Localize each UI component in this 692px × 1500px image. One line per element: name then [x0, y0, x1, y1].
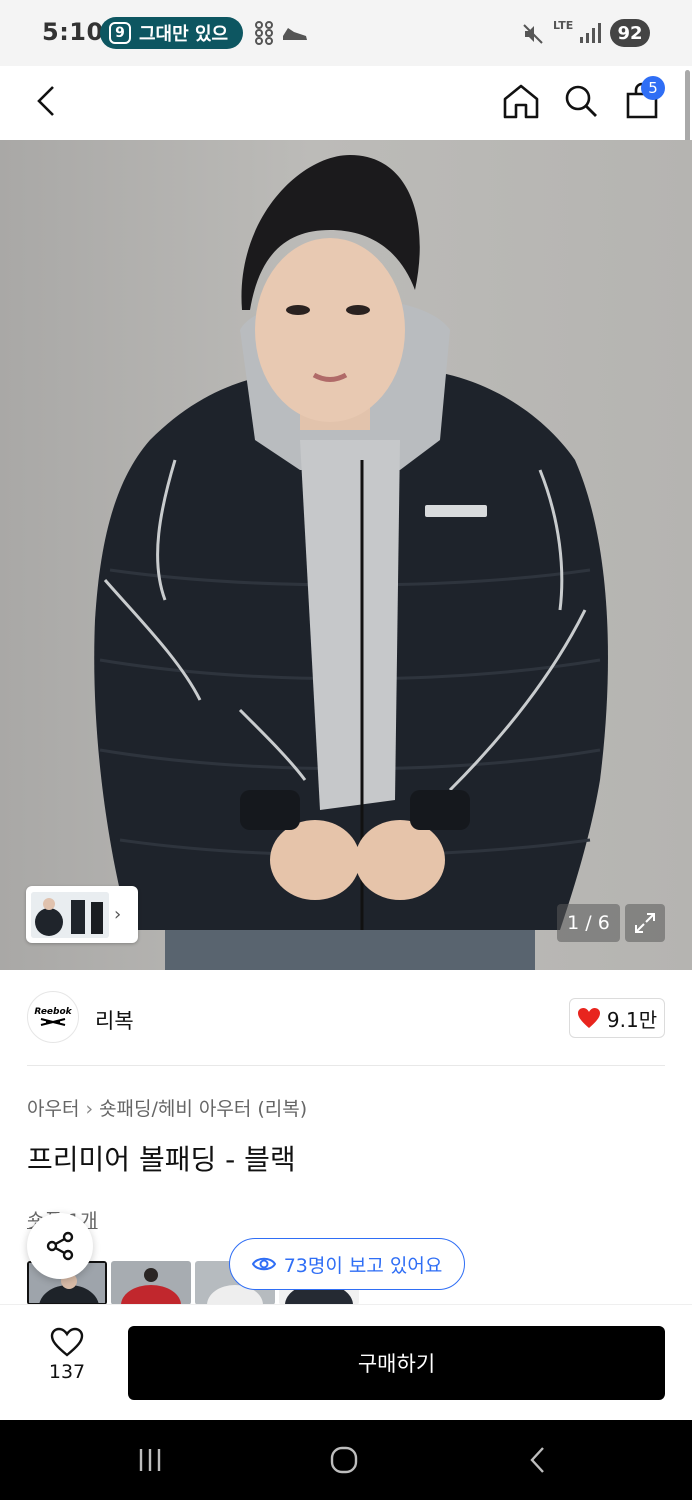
brand-logo[interactable]: Reebok [27, 991, 79, 1043]
notification-app-icon: 9 [109, 22, 131, 44]
notification-text: 그대만 있으 [139, 24, 229, 45]
buy-button[interactable]: 구매하기 [128, 1326, 665, 1400]
recent-apps-icon [139, 1449, 161, 1471]
model-photo [94, 155, 608, 970]
system-nav-bar [0, 1420, 692, 1500]
home-button[interactable] [496, 76, 546, 126]
cart-button[interactable]: 5 [617, 76, 667, 126]
brand-like-button[interactable]: 9.1만 [569, 998, 665, 1038]
signal-icon [580, 23, 601, 43]
search-icon [565, 85, 597, 117]
lte-label: LTE [553, 19, 574, 32]
share-button[interactable] [27, 1213, 93, 1279]
wishlist-button[interactable]: 137 [30, 1327, 104, 1397]
viewers-badge: 73명이 보고 있어요 [229, 1238, 465, 1290]
breadcrumb: 아우터 › 숏패딩/헤비 아우터 (리복) [27, 1094, 307, 1121]
battery-indicator: 92 [610, 19, 650, 47]
viewers-text: 73명이 보고 있어요 [283, 1254, 443, 1277]
breadcrumb-separator-icon: › [85, 1098, 94, 1120]
search-button[interactable] [556, 76, 606, 126]
back-nav-button[interactable] [518, 1442, 558, 1478]
thumbnail-strip-button[interactable]: › [26, 886, 138, 943]
expand-icon [635, 913, 655, 933]
thumbnail-preview [31, 891, 109, 938]
breadcrumb-subcategory[interactable]: 숏패딩/헤비 아우터 (리복) [99, 1098, 307, 1120]
mute-icon [523, 24, 543, 44]
back-button[interactable] [22, 76, 72, 126]
expand-button[interactable] [625, 904, 665, 942]
reebok-vector-icon [40, 1018, 66, 1026]
eye-icon [251, 1257, 276, 1271]
cart-count-badge: 5 [641, 76, 665, 100]
chevron-left-icon [37, 86, 54, 116]
image-pager: 1 / 6 [557, 904, 620, 942]
brand-logo-text: Reebok [34, 1007, 72, 1017]
brand-name[interactable]: 리복 [95, 1005, 134, 1035]
chevron-right-icon: › [114, 904, 122, 925]
heart-filled-icon [577, 1008, 600, 1028]
breadcrumb-category[interactable]: 아우터 [27, 1098, 79, 1120]
back-arrow-icon [530, 1447, 544, 1473]
swatch-red[interactable] [111, 1261, 191, 1305]
heart-outline-icon [50, 1327, 84, 1357]
share-icon [46, 1231, 74, 1261]
divider [27, 1065, 665, 1066]
dots-grid-icon [255, 21, 273, 45]
recent-apps-button[interactable] [130, 1442, 170, 1478]
brand-like-count: 9.1만 [606, 1007, 658, 1032]
notification-pill[interactable]: 9 그대만 있으 [100, 17, 243, 49]
wishlist-count: 137 [48, 1361, 86, 1383]
status-bar: 5:10 9 그대만 있으 LTE 92 [0, 0, 692, 66]
sneaker-icon [283, 28, 307, 40]
app-header: 5 [0, 66, 692, 140]
bottom-action-bar: 137 구매하기 [0, 1304, 692, 1420]
brand-row: Reebok 리복 9.1만 [0, 970, 692, 1066]
home-icon [503, 84, 539, 119]
status-time: 5:10 [42, 18, 104, 46]
home-nav-button[interactable] [324, 1442, 364, 1478]
product-image[interactable]: › 1 / 6 [0, 140, 692, 970]
product-title: 프리미어 볼패딩 - 블랙 [27, 1143, 296, 1176]
home-circle-icon [330, 1446, 358, 1474]
